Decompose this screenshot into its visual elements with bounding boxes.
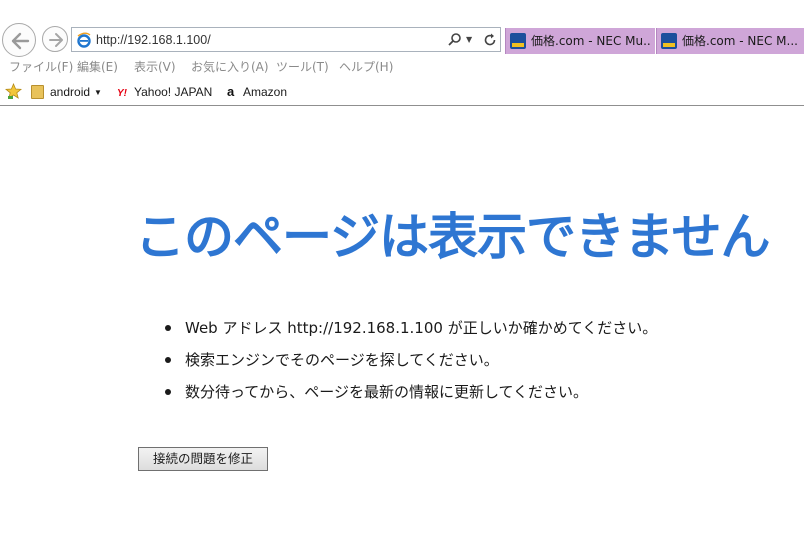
favorite-folder-label: android <box>50 85 91 99</box>
favorite-amazon-label: Amazon <box>243 85 288 99</box>
menu-bar: ファイル(F) 編集(E) 表示(V) お気に入り(A) ツール(T) ヘルプ(… <box>0 57 804 77</box>
address-bar[interactable]: ▼ <box>71 27 501 52</box>
menu-favorites[interactable]: お気に入り(A) <box>191 59 269 75</box>
menu-edit[interactable]: 編集(E) <box>77 59 118 75</box>
yahoo-favicon-icon: Y! <box>117 88 127 99</box>
menu-view[interactable]: 表示(V) <box>134 59 176 75</box>
ie-logo-icon <box>77 32 91 48</box>
address-dropdown-icon[interactable]: ▼ <box>466 33 476 47</box>
chevron-down-icon: ▼ <box>94 88 102 97</box>
tab-label: 価格.com - NEC Mu... <box>531 34 651 48</box>
amazon-favicon-icon: a <box>227 84 235 99</box>
favorite-yahoo[interactable]: Y! Yahoo! JAPAN <box>117 83 212 101</box>
tab-label: 価格.com - NEC M... <box>682 34 798 48</box>
list-item: 数分待ってから、ページを最新の情報に更新してください。 <box>162 376 657 408</box>
menu-help[interactable]: ヘルプ(H) <box>339 59 393 75</box>
favorite-yahoo-label: Yahoo! JAPAN <box>134 85 213 99</box>
kakaku-favicon-icon <box>661 33 677 49</box>
tab-kakaku-2[interactable]: 価格.com - NEC M... <box>656 28 804 54</box>
fix-connection-button[interactable]: 接続の問題を修正 <box>138 447 268 471</box>
favorite-amazon[interactable]: a Amazon <box>227 83 287 101</box>
address-input[interactable] <box>96 30 436 49</box>
refresh-icon[interactable] <box>482 32 498 48</box>
forward-button[interactable] <box>42 26 68 52</box>
favorites-bar: android ▼ Y! Yahoo! JAPAN a Amazon <box>0 80 804 104</box>
suggestion-list: Web アドレス http://192.168.1.100 が正しいか確かめてく… <box>162 312 657 408</box>
list-item: 検索エンジンでそのページを探してください。 <box>162 344 657 376</box>
tab-kakaku-1[interactable]: 価格.com - NEC Mu... <box>505 28 655 54</box>
list-item: Web アドレス http://192.168.1.100 が正しいか確かめてく… <box>162 312 657 344</box>
back-button[interactable] <box>2 23 36 57</box>
browser-chrome: ▼ 価格.com - NEC Mu... 価格.com - NEC M... フ… <box>0 0 804 106</box>
page-title: このページは表示できません <box>135 208 770 266</box>
chrome-divider <box>0 105 804 106</box>
folder-icon <box>31 85 44 99</box>
kakaku-favicon-icon <box>510 33 526 49</box>
forward-arrow-icon <box>49 33 63 47</box>
menu-tools[interactable]: ツール(T) <box>276 59 329 75</box>
navigation-bar: ▼ 価格.com - NEC Mu... 価格.com - NEC M... <box>0 0 804 57</box>
favorites-star-icon[interactable] <box>5 83 22 100</box>
favorite-folder-android[interactable]: android ▼ <box>31 83 102 101</box>
menu-file[interactable]: ファイル(F) <box>9 59 73 75</box>
search-icon[interactable] <box>447 32 463 48</box>
back-arrow-icon <box>11 32 30 50</box>
